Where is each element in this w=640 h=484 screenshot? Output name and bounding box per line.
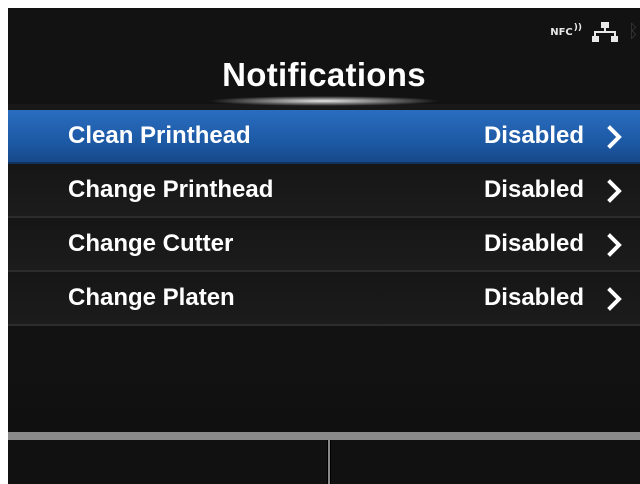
softkey-left[interactable] <box>8 440 327 484</box>
notifications-list: Clean Printhead Disabled Change Printhea… <box>8 110 640 326</box>
nfc-label: NFC <box>550 26 573 38</box>
softkey-right[interactable] <box>331 440 640 484</box>
menu-item-label: Clean Printhead <box>68 122 251 149</box>
page-title: Notifications <box>222 56 426 93</box>
printer-screen: NFC )) ᛒ Notifications Clean Printhead D… <box>8 8 640 484</box>
chevron-right-icon <box>607 179 622 203</box>
menu-item-value: Disabled <box>483 122 584 149</box>
status-icons: NFC )) ᛒ <box>550 22 636 42</box>
chevron-right-icon <box>607 125 622 149</box>
title-underline-glow <box>208 96 440 106</box>
nfc-icon: NFC )) <box>550 23 582 38</box>
chevron-right-icon <box>607 287 622 311</box>
menu-item-change-platen[interactable]: Change Platen Disabled <box>8 272 640 326</box>
menu-item-label: Change Cutter <box>68 230 234 257</box>
network-icon <box>592 22 618 42</box>
chevron-right-icon <box>607 233 622 257</box>
header: NFC )) ᛒ Notifications <box>8 8 640 106</box>
menu-item-change-printhead[interactable]: Change Printhead Disabled <box>8 164 640 218</box>
menu-item-clean-printhead[interactable]: Clean Printhead Disabled <box>8 110 640 164</box>
menu-item-label: Change Printhead <box>68 176 274 203</box>
menu-item-value: Disabled <box>483 284 584 311</box>
bluetooth-icon: ᛒ <box>628 23 636 41</box>
menu-item-label: Change Platen <box>68 284 235 311</box>
nfc-waves: )) <box>573 22 582 33</box>
softkey-bar-divider <box>8 432 640 440</box>
menu-item-value: Disabled <box>483 230 584 257</box>
menu-item-value: Disabled <box>483 176 584 203</box>
menu-item-change-cutter[interactable]: Change Cutter Disabled <box>8 218 640 272</box>
